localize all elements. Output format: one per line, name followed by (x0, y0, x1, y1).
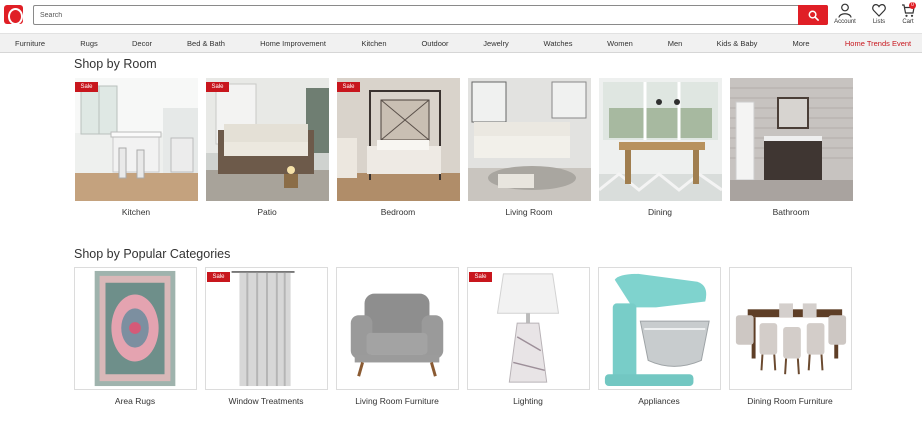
nav-item-men[interactable]: Men (668, 34, 683, 53)
lists-button[interactable]: Lists (865, 3, 893, 29)
nav-item-bed-bath[interactable]: Bed & Bath (187, 34, 225, 53)
category-nav: Furniture Rugs Decor Bed & Bath Home Imp… (0, 33, 922, 53)
area-rug-photo (75, 268, 196, 389)
category-tile-dining-room-furniture[interactable] (729, 267, 852, 390)
site-header: Account Lists 0 Cart (0, 0, 922, 32)
heart-icon (872, 3, 886, 17)
nav-item-kids-baby[interactable]: Kids & Baby (717, 34, 758, 53)
sale-badge: Sale (75, 82, 98, 92)
nav-item-watches[interactable]: Watches (544, 34, 573, 53)
bathroom-photo (730, 78, 853, 201)
sale-badge: Sale (469, 272, 492, 282)
room-tile-bedroom[interactable]: Sale (337, 78, 460, 201)
bedroom-photo (337, 78, 460, 201)
nav-item-outdoor[interactable]: Outdoor (421, 34, 448, 53)
room-tile-kitchen[interactable]: Sale (75, 78, 198, 201)
category-caption-living-room-furniture[interactable]: Living Room Furniture (322, 396, 472, 406)
overstock-logo[interactable] (4, 5, 23, 25)
category-caption-window-treatments[interactable]: Window Treatments (191, 396, 341, 406)
armchair-photo (337, 268, 458, 389)
nav-item-home-improvement[interactable]: Home Improvement (260, 34, 326, 53)
cart-count-badge: 0 (909, 2, 916, 9)
account-label: Account (834, 19, 856, 25)
lists-label: Lists (872, 19, 886, 25)
sale-badge: Sale (207, 272, 230, 282)
room-caption-dining[interactable]: Dining (585, 207, 735, 217)
category-tile-appliances[interactable] (598, 267, 721, 390)
sale-badge: Sale (206, 82, 229, 92)
category-tile-window-treatments[interactable]: Sale (205, 267, 328, 390)
nav-item-furniture[interactable]: Furniture (15, 34, 45, 53)
cart-button[interactable]: 0 Cart (894, 2, 922, 29)
category-tile-lighting[interactable]: Sale (467, 267, 590, 390)
kitchen-photo (75, 78, 198, 201)
category-tile-living-room-furniture[interactable] (336, 267, 459, 390)
nav-item-decor[interactable]: Decor (132, 34, 152, 53)
category-caption-appliances[interactable]: Appliances (584, 396, 734, 406)
category-tile-area-rugs[interactable] (74, 267, 197, 390)
cart-label: Cart (902, 19, 914, 25)
curtain-photo (206, 268, 327, 389)
patio-photo (206, 78, 329, 201)
room-tile-living-room[interactable] (468, 78, 591, 201)
nav-item-jewelry[interactable]: Jewelry (483, 34, 508, 53)
room-tile-dining[interactable] (599, 78, 722, 201)
dining-photo (599, 78, 722, 201)
category-caption-area-rugs[interactable]: Area Rugs (60, 396, 210, 406)
search-input[interactable] (34, 6, 798, 24)
account-button[interactable]: Account (831, 3, 859, 29)
room-tile-patio[interactable]: Sale (206, 78, 329, 201)
room-tile-bathroom[interactable] (730, 78, 853, 201)
search-button[interactable] (798, 5, 828, 25)
category-caption-dining-room-furniture[interactable]: Dining Room Furniture (715, 396, 865, 406)
shop-by-room-title: Shop by Room (74, 57, 157, 71)
nav-item-women[interactable]: Women (607, 34, 633, 53)
room-caption-living-room[interactable]: Living Room (454, 207, 604, 217)
living-room-photo (468, 78, 591, 201)
room-caption-patio[interactable]: Patio (192, 207, 342, 217)
category-caption-lighting[interactable]: Lighting (453, 396, 603, 406)
shop-by-categories-title: Shop by Popular Categories (74, 247, 231, 261)
table-lamp-photo (468, 268, 589, 389)
nav-item-home-trends-event[interactable]: Home Trends Event (845, 34, 911, 53)
room-caption-bathroom[interactable]: Bathroom (716, 207, 866, 217)
dining-set-photo (730, 268, 851, 389)
sale-badge: Sale (337, 82, 360, 92)
room-caption-kitchen[interactable]: Kitchen (61, 207, 211, 217)
nav-item-more[interactable]: More (792, 34, 809, 53)
search-bar (33, 5, 828, 25)
stand-mixer-photo (599, 268, 720, 389)
search-icon (808, 10, 819, 21)
room-caption-bedroom[interactable]: Bedroom (323, 207, 473, 217)
account-icon (838, 3, 852, 18)
nav-item-rugs[interactable]: Rugs (80, 34, 98, 53)
nav-item-kitchen[interactable]: Kitchen (361, 34, 386, 53)
